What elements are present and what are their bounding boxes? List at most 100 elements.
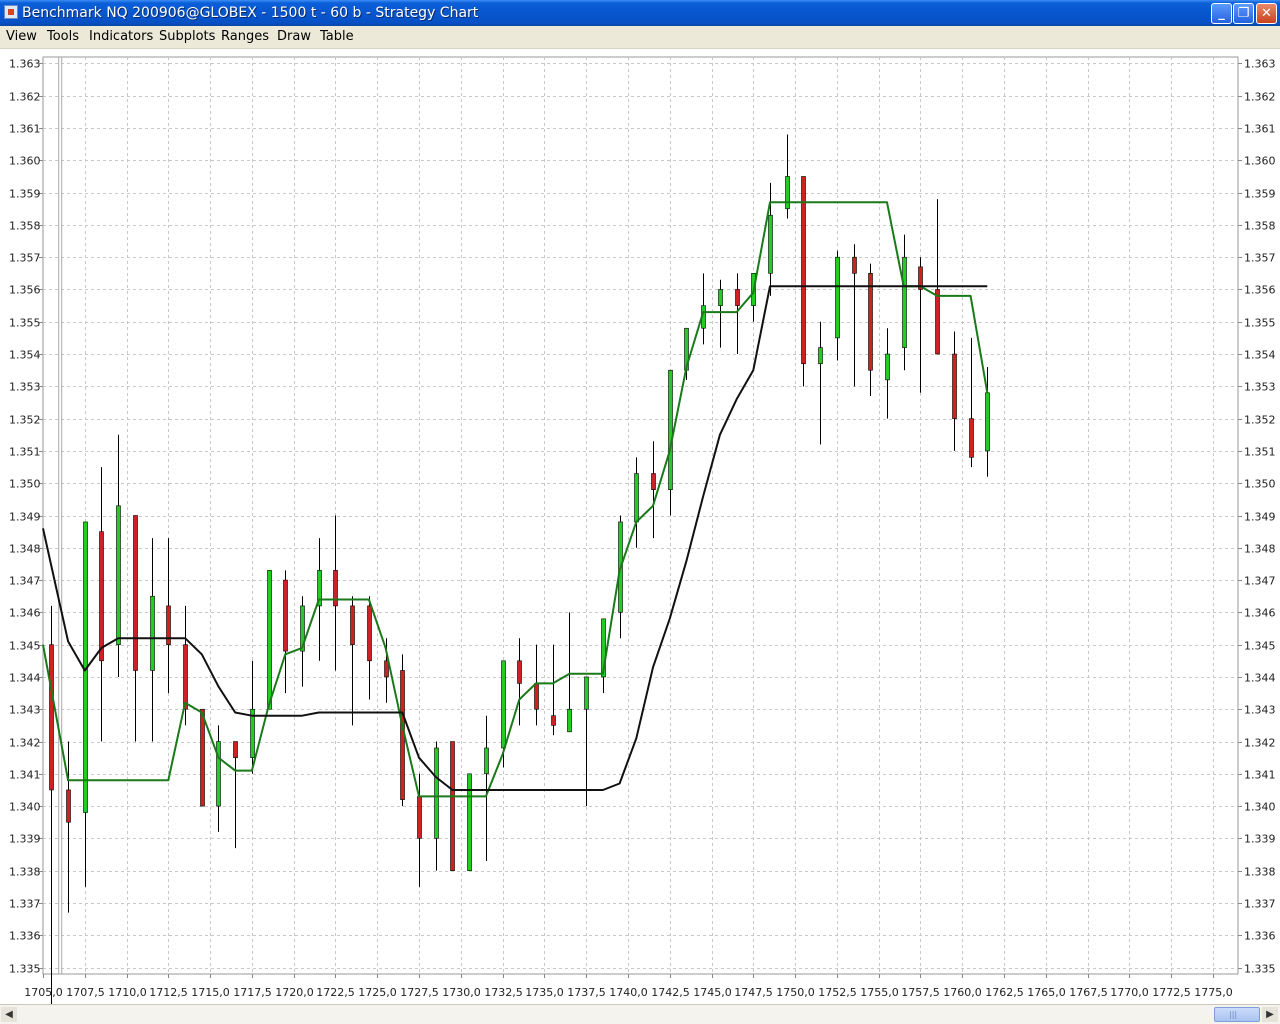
x-tick-label: 1750,0: [776, 986, 815, 999]
candle-body-up: [818, 347, 823, 365]
menu-indicators[interactable]: Indicators: [89, 29, 153, 45]
candle-body-down: [49, 644, 54, 791]
y-tick-label-right: 1.339: [1244, 833, 1276, 846]
candle-body-down: [367, 605, 372, 662]
candle-body-up: [467, 773, 472, 871]
candle-body-up: [267, 570, 272, 710]
candle-body-down: [350, 605, 355, 645]
candle-body-down: [99, 531, 104, 662]
candle-body-down: [517, 660, 522, 684]
y-tick-label-left: 1.346: [9, 607, 41, 620]
y-tick-label-right: 1.342: [1244, 737, 1276, 750]
x-tick-label: 1735,0: [525, 986, 564, 999]
candle-body-down: [952, 353, 957, 419]
y-tick-label-right: 1.349: [1244, 511, 1276, 524]
maximize-icon: ❐: [1237, 6, 1250, 21]
plot-area: [42, 56, 1239, 975]
scrollbar-thumb[interactable]: [1214, 1007, 1260, 1022]
candle-body-up: [634, 473, 639, 523]
y-tick-label-left: 1.339: [9, 833, 41, 846]
x-tick-label: 1705,0: [24, 986, 63, 999]
menu-ranges[interactable]: Ranges: [221, 29, 269, 45]
x-tick-label: 1747,5: [734, 986, 773, 999]
candle-body-up: [718, 289, 723, 306]
candle-body-up: [434, 747, 439, 839]
y-tick-label-right: 1.348: [1244, 543, 1276, 556]
menu-draw[interactable]: Draw: [277, 29, 311, 45]
menu-table[interactable]: Table: [320, 29, 354, 45]
y-tick-label-left: 1.336: [9, 930, 41, 943]
x-tick-label: 1772,5: [1152, 986, 1191, 999]
minimize-button[interactable]: _: [1211, 3, 1232, 24]
minimize-icon: _: [1218, 6, 1225, 21]
candle-body-down: [200, 708, 205, 807]
y-tick-label-right: 1.354: [1244, 349, 1276, 362]
scroll-right-arrow-icon[interactable]: ▶: [1262, 1007, 1278, 1022]
x-tick-label: 1737,5: [567, 986, 606, 999]
window-title: Benchmark NQ 200906@GLOBEX - 1500 t - 60…: [22, 5, 479, 21]
candle-body-down: [935, 289, 940, 355]
candle-body-up: [116, 505, 121, 645]
x-tick-label: 1762,5: [985, 986, 1024, 999]
x-tick-label: 1730,0: [442, 986, 481, 999]
y-tick-label-right: 1.356: [1244, 284, 1276, 297]
candlestick-chart[interactable]: 1.335 1.335 1.336 1.336 1.337 1.337 1.338 1.338…: [0, 49, 1280, 1004]
y-tick-label-right: 1.357: [1244, 252, 1276, 265]
y-tick-label-right: 1.351: [1244, 446, 1276, 459]
x-tick-label: 1757,5: [901, 986, 940, 999]
x-tick-label: 1752,5: [818, 986, 857, 999]
y-tick-label-right: 1.362: [1244, 91, 1276, 104]
candle-body-up: [668, 369, 673, 490]
y-tick-label-left: 1.361: [9, 123, 41, 136]
y-tick-label-right: 1.353: [1244, 381, 1276, 394]
candle-body-down: [283, 579, 288, 652]
menu-tools[interactable]: Tools: [47, 29, 79, 45]
y-tick-label-right: 1.344: [1244, 672, 1276, 685]
y-tick-label-left: 1.341: [9, 769, 41, 782]
y-tick-label-left: 1.335: [9, 963, 41, 976]
maximize-button[interactable]: ❐: [1233, 3, 1254, 24]
horizontal-scrollbar[interactable]: ◀ ▶: [0, 1004, 1280, 1024]
x-tick-label: 1707,5: [66, 986, 105, 999]
y-tick-label-right: 1.359: [1244, 188, 1276, 201]
close-button[interactable]: ✕: [1256, 3, 1277, 24]
x-tick-label: 1710,0: [108, 986, 147, 999]
y-tick-label-left: 1.359: [9, 188, 41, 201]
candle-body-down: [868, 273, 873, 371]
x-tick-label: 1760,0: [943, 986, 982, 999]
candle-body-down: [735, 289, 740, 306]
y-tick-label-left: 1.353: [9, 381, 41, 394]
y-tick-label-left: 1.362: [9, 91, 41, 104]
candle-body-down: [801, 176, 806, 365]
java-app-icon: [4, 5, 18, 19]
x-tick-label: 1715,0: [191, 986, 230, 999]
candle-body-down: [969, 418, 974, 458]
candle-body-down: [417, 796, 422, 839]
x-tick-label: 1717,5: [233, 986, 272, 999]
y-tick-label-right: 1.337: [1244, 898, 1276, 911]
x-tick-label: 1742,5: [651, 986, 690, 999]
y-tick-label-right: 1.352: [1244, 414, 1276, 427]
strategy-chart-panel[interactable]: 1.335 1.335 1.336 1.336 1.337 1.337 1.338 1.338…: [0, 49, 1280, 1004]
x-tick-label: 1712,5: [149, 986, 188, 999]
scroll-left-arrow-icon[interactable]: ◀: [1, 1007, 17, 1022]
candle-body-down: [852, 256, 857, 274]
y-tick-label-left: 1.357: [9, 252, 41, 265]
y-tick-label-left: 1.351: [9, 446, 41, 459]
y-tick-label-right: 1.345: [1244, 640, 1276, 653]
menu-subplots[interactable]: Subplots: [159, 29, 215, 45]
y-tick-label-right: 1.358: [1244, 220, 1276, 233]
title-bar[interactable]: Benchmark NQ 200906@GLOBEX - 1500 t - 60…: [0, 0, 1280, 26]
menu-view[interactable]: View: [6, 29, 37, 45]
y-tick-label-right: 1.355: [1244, 317, 1276, 330]
y-tick-label-right: 1.343: [1244, 704, 1276, 717]
y-tick-label-left: 1.344: [9, 672, 41, 685]
y-tick-label-left: 1.342: [9, 737, 41, 750]
y-tick-label-right: 1.363: [1244, 58, 1276, 71]
y-tick-label-right: 1.361: [1244, 123, 1276, 136]
y-tick-label-left: 1.347: [9, 575, 41, 588]
y-tick-label-left: 1.354: [9, 349, 41, 362]
x-tick-label: 1767,5: [1069, 986, 1108, 999]
y-tick-label-right: 1.336: [1244, 930, 1276, 943]
candle-body-down: [651, 473, 656, 490]
